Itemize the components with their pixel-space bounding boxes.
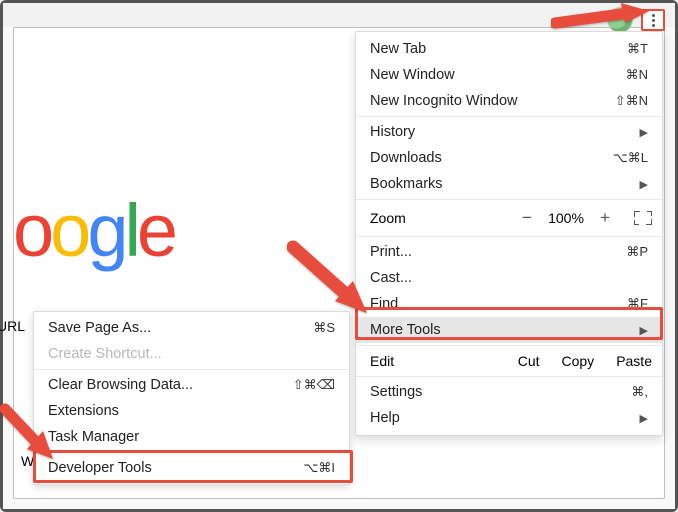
separator [356, 345, 662, 346]
menu-item-help[interactable]: Help ▶ [356, 405, 662, 431]
submenu-item-create-shortcut: Create Shortcut... [34, 341, 349, 367]
zoom-in-button[interactable]: + [594, 207, 616, 229]
menu-item-zoom: Zoom − 100% + [356, 202, 662, 234]
menu-item-history[interactable]: History ▶ [356, 119, 662, 145]
separator [356, 116, 662, 117]
submenu-item-extensions[interactable]: Extensions [34, 398, 349, 424]
menu-item-new-incognito[interactable]: New Incognito Window ⇧⌘N [356, 88, 662, 114]
menu-item-edit: Edit Cut Copy Paste [356, 348, 662, 374]
separator [356, 376, 662, 377]
google-logo: oogle [13, 188, 174, 273]
fullscreen-icon[interactable] [634, 211, 652, 225]
menu-item-downloads[interactable]: Downloads ⌥⌘L [356, 145, 662, 171]
menu-item-new-window[interactable]: New Window ⌘N [356, 62, 662, 88]
separator [34, 369, 349, 370]
menu-item-settings[interactable]: Settings ⌘, [356, 379, 662, 405]
chevron-right-icon: ▶ [640, 178, 648, 191]
edit-cut-button[interactable]: Cut [518, 353, 540, 369]
annotation-arrow-to-more-tools [287, 239, 367, 309]
edit-copy-button[interactable]: Copy [562, 353, 595, 369]
submenu-item-clear-browsing[interactable]: Clear Browsing Data... ⇧⌘⌫ [34, 372, 349, 398]
annotation-arrow-to-kebab [551, 3, 651, 33]
submenu-item-task-manager[interactable]: Task Manager [34, 424, 349, 450]
page-fragment-url: URL [0, 318, 25, 334]
menu-item-bookmarks[interactable]: Bookmarks ▶ [356, 171, 662, 197]
menu-item-print[interactable]: Print... ⌘P [356, 239, 662, 265]
menu-item-new-tab[interactable]: New Tab ⌘T [356, 36, 662, 62]
menu-item-cast[interactable]: Cast... [356, 265, 662, 291]
submenu-item-save-page[interactable]: Save Page As... ⌘S [34, 315, 349, 341]
separator [356, 199, 662, 200]
browser-window: oogle URL W New Tab ⌘T New Window ⌘N New… [3, 3, 675, 509]
annotation-highlight-more-tools [355, 307, 663, 340]
zoom-value: 100% [546, 210, 586, 226]
chevron-right-icon: ▶ [640, 126, 648, 139]
annotation-highlight-devtools [33, 450, 353, 483]
annotation-arrow-to-devtools [0, 403, 57, 458]
separator [356, 236, 662, 237]
browser-menu: New Tab ⌘T New Window ⌘N New Incognito W… [355, 31, 663, 436]
chevron-right-icon: ▶ [640, 412, 648, 425]
zoom-out-button[interactable]: − [516, 207, 538, 229]
edit-paste-button[interactable]: Paste [616, 353, 652, 369]
